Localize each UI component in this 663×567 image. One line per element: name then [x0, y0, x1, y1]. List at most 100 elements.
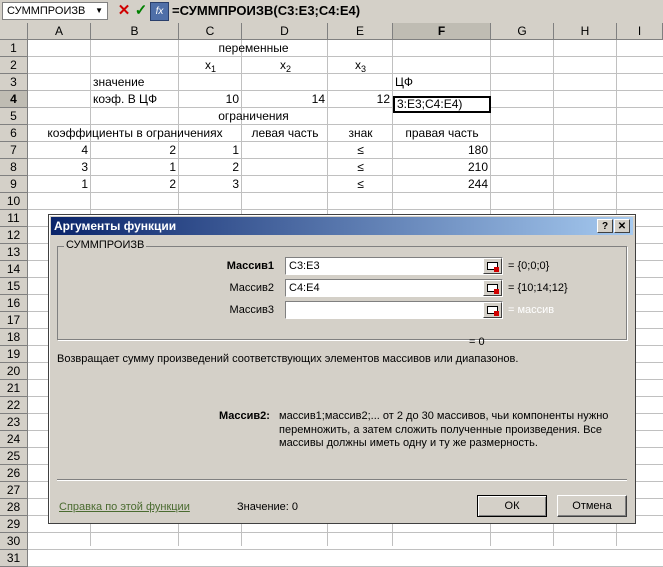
- cell-b7[interactable]: 2: [91, 142, 179, 159]
- row-header-26[interactable]: 26: [0, 465, 28, 482]
- row-header-29[interactable]: 29: [0, 516, 28, 533]
- cell-f3[interactable]: ЦФ: [395, 74, 413, 91]
- column-header-i[interactable]: I: [617, 23, 663, 40]
- help-icon[interactable]: ?: [597, 219, 613, 233]
- column-header-c[interactable]: C: [179, 23, 242, 40]
- column-header-h[interactable]: H: [554, 23, 617, 40]
- row-header-4[interactable]: 4: [0, 91, 28, 108]
- name-box[interactable]: СУММПРОИЗВ ▼: [2, 2, 108, 20]
- row-header-18[interactable]: 18: [0, 329, 28, 346]
- row-header-17[interactable]: 17: [0, 312, 28, 329]
- row-header-22[interactable]: 22: [0, 397, 28, 414]
- row-header-21[interactable]: 21: [0, 380, 28, 397]
- ok-button[interactable]: ОК: [477, 495, 547, 517]
- insert-function-icon[interactable]: fx: [150, 2, 169, 21]
- cell-c5[interactable]: ограничения: [179, 108, 328, 125]
- cell-b4[interactable]: коэф. В ЦФ: [93, 91, 157, 108]
- column-header-f[interactable]: F: [393, 23, 491, 40]
- column-header-b[interactable]: B: [91, 23, 179, 40]
- help-on-function-link[interactable]: Справка по этой функции: [59, 501, 190, 513]
- cell-d4[interactable]: 14: [242, 91, 328, 108]
- cell-e7[interactable]: ≤: [328, 142, 393, 159]
- cell-c9[interactable]: 3: [179, 176, 242, 193]
- row-header-2[interactable]: 2: [0, 57, 28, 74]
- row-header-8[interactable]: 8: [0, 159, 28, 176]
- cell-f7[interactable]: 180: [393, 142, 491, 159]
- select-all-corner[interactable]: [0, 23, 28, 40]
- cell-a8[interactable]: 3: [28, 159, 91, 176]
- arg-label-array3: Массив3: [229, 304, 274, 316]
- cell-b9[interactable]: 2: [91, 176, 179, 193]
- column-header-g[interactable]: G: [491, 23, 554, 40]
- arguments-group: СУММПРОИЗВ Массив1 = {0;0;0} Массив2 = {…: [57, 239, 627, 340]
- array2-input[interactable]: [285, 279, 503, 297]
- cell-f8[interactable]: 210: [393, 159, 491, 176]
- cell-e9[interactable]: ≤: [328, 176, 393, 193]
- function-description: Возвращает сумму произведений соответств…: [57, 353, 519, 365]
- cell-a6[interactable]: коэффициенты в ограничениях: [28, 125, 242, 142]
- cell-e2[interactable]: x3: [355, 57, 366, 74]
- cell-b3[interactable]: значение: [93, 74, 144, 91]
- cell-f9[interactable]: 244: [393, 176, 491, 193]
- cell-a7[interactable]: 4: [28, 142, 91, 159]
- row-header-13[interactable]: 13: [0, 244, 28, 261]
- cell-f6[interactable]: правая часть: [393, 125, 491, 142]
- group-label: СУММПРОИЗВ: [64, 239, 147, 251]
- active-cell-f4[interactable]: 3:E3;C4:E4): [393, 96, 491, 113]
- row-header-23[interactable]: 23: [0, 414, 28, 431]
- column-header-a[interactable]: A: [28, 23, 91, 40]
- value-label: Значение:: [237, 501, 289, 513]
- function-arguments-dialog: Аргументы функции ? ✕ СУММПРОИЗВ Массив1…: [48, 214, 636, 524]
- row-header-7[interactable]: 7: [0, 142, 28, 159]
- cell-e8[interactable]: ≤: [328, 159, 393, 176]
- cell-c1[interactable]: переменные: [179, 40, 328, 57]
- row-header-30[interactable]: 30: [0, 533, 28, 550]
- row-header-27[interactable]: 27: [0, 482, 28, 499]
- row-header-11[interactable]: 11: [0, 210, 28, 227]
- collapse-dialog-icon[interactable]: [483, 280, 502, 296]
- column-header-d[interactable]: D: [242, 23, 328, 40]
- collapse-dialog-icon[interactable]: [483, 302, 502, 318]
- row-header-20[interactable]: 20: [0, 363, 28, 380]
- chevron-down-icon[interactable]: ▼: [95, 3, 103, 19]
- value-number: 0: [291, 501, 299, 513]
- row-header-3[interactable]: 3: [0, 74, 28, 91]
- row-header-16[interactable]: 16: [0, 295, 28, 312]
- row-header-14[interactable]: 14: [0, 261, 28, 278]
- column-header-e[interactable]: E: [328, 23, 393, 40]
- row-header-15[interactable]: 15: [0, 278, 28, 295]
- cell-a9[interactable]: 1: [28, 176, 91, 193]
- array1-input[interactable]: [285, 257, 503, 275]
- cell-d2[interactable]: x2: [280, 57, 291, 74]
- close-icon[interactable]: ✕: [614, 219, 630, 233]
- row-header-19[interactable]: 19: [0, 346, 28, 363]
- enter-icon[interactable]: ✓: [133, 2, 149, 20]
- arg-result-array2: = {10;14;12}: [508, 282, 568, 294]
- array3-input[interactable]: [285, 301, 503, 319]
- row-header-1[interactable]: 1: [0, 40, 28, 57]
- cancel-button[interactable]: Отмена: [557, 495, 627, 517]
- row-header-5[interactable]: 5: [0, 108, 28, 125]
- row-header-10[interactable]: 10: [0, 193, 28, 210]
- cell-e4[interactable]: 12: [328, 91, 393, 108]
- formula-input[interactable]: =СУММПРОИЗВ(C3:E3;C4:E4): [172, 2, 360, 20]
- row-header-28[interactable]: 28: [0, 499, 28, 516]
- cell-c2[interactable]: x1: [205, 57, 216, 74]
- cancel-icon[interactable]: ✕: [116, 2, 132, 20]
- cell-e6[interactable]: знак: [328, 125, 393, 142]
- row-header-31[interactable]: 31: [0, 550, 28, 567]
- cell-c8[interactable]: 2: [179, 159, 242, 176]
- row-header-6[interactable]: 6: [0, 125, 28, 142]
- row-header-12[interactable]: 12: [0, 227, 28, 244]
- row-header-24[interactable]: 24: [0, 431, 28, 448]
- cell-d6[interactable]: левая часть: [242, 125, 328, 142]
- cell-c7[interactable]: 1: [179, 142, 242, 159]
- collapse-dialog-icon[interactable]: [483, 258, 502, 274]
- row-header-25[interactable]: 25: [0, 448, 28, 465]
- row-header-9[interactable]: 9: [0, 176, 28, 193]
- cell-c4[interactable]: 10: [179, 91, 242, 108]
- arg-help-name: Массив2:: [219, 410, 270, 422]
- dialog-title-bar[interactable]: Аргументы функции ? ✕: [51, 217, 633, 235]
- cell-b8[interactable]: 1: [91, 159, 179, 176]
- arg-label-array1: Массив1: [226, 260, 274, 272]
